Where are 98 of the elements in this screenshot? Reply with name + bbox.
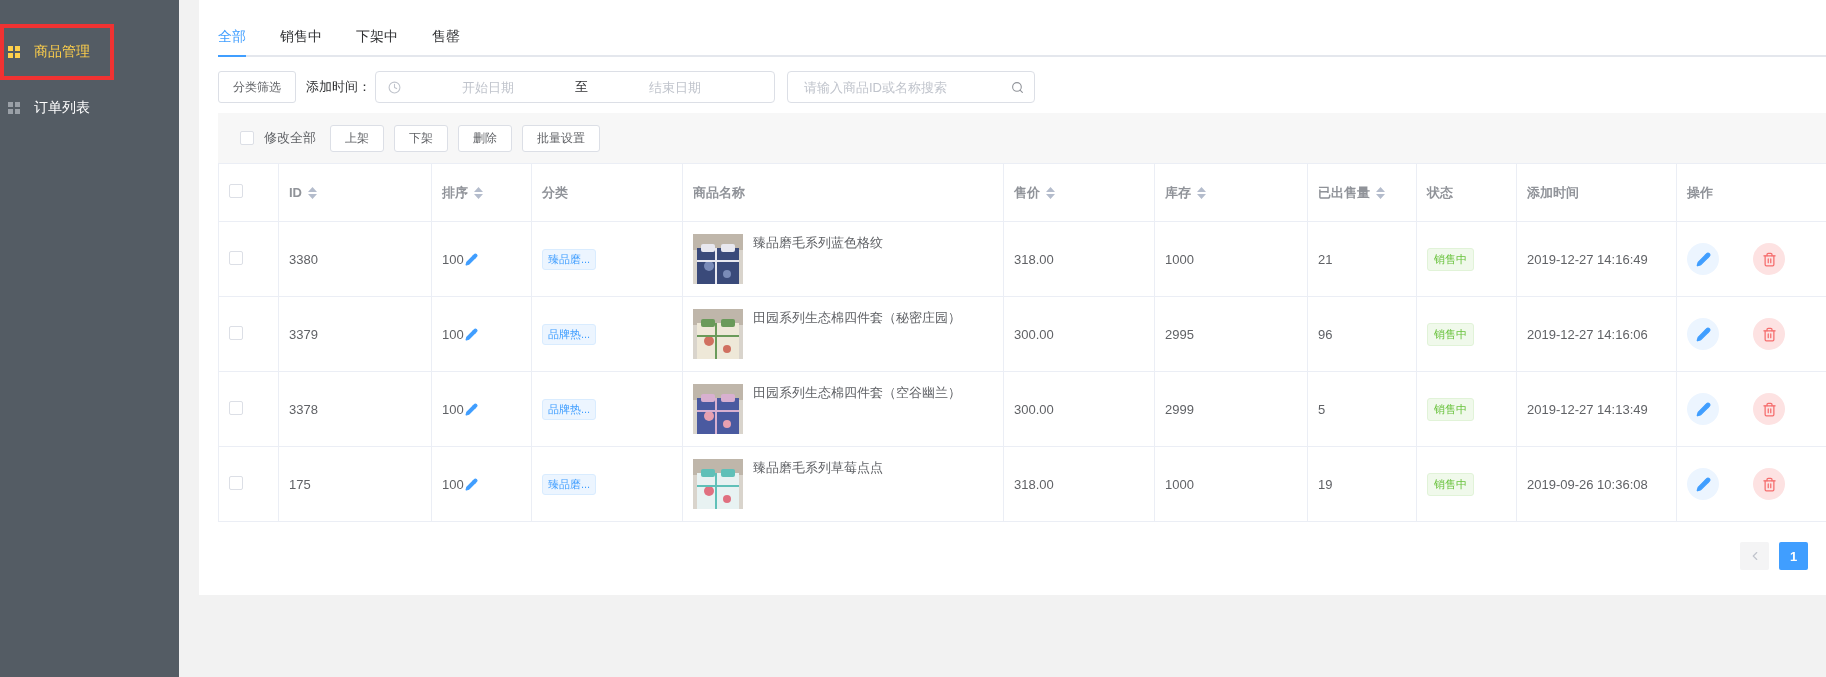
checkbox[interactable] (229, 325, 243, 340)
category-filter-button[interactable]: 分类筛选 (218, 71, 296, 103)
date-label: 添加时间： (306, 78, 371, 96)
checkbox[interactable] (229, 475, 243, 490)
table-cell: 100 (442, 401, 464, 417)
trash-icon (1761, 251, 1777, 267)
product-name: 臻品磨毛系列草莓点点 (753, 459, 883, 477)
edit-button[interactable] (1687, 468, 1719, 500)
sort-icon[interactable] (1197, 186, 1206, 199)
table-cell: 175 (289, 476, 311, 492)
status-tag: 销售中 (1427, 397, 1474, 421)
clock-icon (388, 80, 401, 94)
grid-icon (8, 102, 20, 114)
column-header: 商品名称 (693, 183, 745, 202)
bulk-action-button[interactable]: 删除 (458, 124, 512, 152)
product-name: 田园系列生态棉四件套（秘密庄园） (753, 309, 961, 327)
table-cell: 100 (442, 251, 464, 267)
search-icon[interactable] (1011, 80, 1024, 94)
column-header: 库存 (1165, 183, 1191, 202)
table-cell: 3378 (289, 401, 318, 417)
checkbox[interactable] (229, 400, 243, 415)
column-header: 排序 (442, 183, 468, 202)
sort-icon[interactable] (1046, 186, 1055, 199)
table-cell: 3380 (289, 251, 318, 267)
search-field[interactable]: 请输入商品ID或名称搜索 (787, 71, 1035, 103)
table-cell: 300.00 (1014, 401, 1054, 417)
table-cell: 100 (442, 326, 464, 342)
status-tag: 销售中 (1427, 472, 1474, 496)
table-cell: 300.00 (1014, 326, 1054, 342)
table-cell: 2019-09-26 10:36:08 (1527, 476, 1648, 492)
category-tag: 臻品磨... (542, 248, 597, 270)
trash-icon (1761, 401, 1777, 417)
column-header: 分类 (542, 183, 568, 202)
edit-button[interactable] (1687, 243, 1719, 275)
tab[interactable]: 下架中 (356, 22, 398, 57)
table-cell: 1000 (1165, 476, 1194, 492)
table-cell: 5 (1318, 401, 1326, 417)
sidebar-item[interactable]: 订单列表 (0, 80, 179, 136)
column-header: 售价 (1014, 183, 1040, 202)
status-tag: 销售中 (1427, 322, 1474, 346)
table-cell: 100 (442, 476, 464, 492)
trash-icon (1761, 326, 1777, 342)
category-tag: 品牌热... (542, 323, 597, 345)
column-header: 已出售量 (1318, 183, 1370, 202)
checkbox[interactable] (229, 250, 243, 265)
table-cell: 1000 (1165, 251, 1194, 267)
table-cell: 3379 (289, 326, 318, 342)
start-date-field[interactable]: 开始日期 (401, 78, 575, 96)
delete-button[interactable] (1753, 243, 1785, 275)
checkbox[interactable] (240, 131, 254, 145)
pencil-icon (1695, 401, 1711, 417)
table-cell: 318.00 (1014, 251, 1054, 267)
table-cell: 2995 (1165, 326, 1194, 342)
pencil-icon[interactable] (464, 402, 478, 416)
column-header: 状态 (1427, 183, 1453, 202)
range-separator: 至 (575, 78, 588, 96)
bulk-action-button[interactable]: 上架 (330, 124, 384, 152)
edit-button[interactable] (1687, 318, 1719, 350)
sort-icon[interactable] (308, 186, 317, 199)
trash-icon (1761, 476, 1777, 492)
sidebar-item[interactable]: 商品管理 (0, 24, 114, 80)
column-header: 操作 (1687, 183, 1713, 202)
edit-button[interactable] (1687, 393, 1719, 425)
table-cell: 19 (1318, 476, 1333, 492)
table-cell: 96 (1318, 326, 1333, 342)
column-header: ID (289, 185, 302, 200)
tab[interactable]: 售罄 (432, 22, 460, 57)
bulk-action-button[interactable]: 批量设置 (522, 124, 600, 152)
sort-icon[interactable] (1376, 186, 1385, 199)
grid-icon (8, 46, 20, 58)
table-cell: 2999 (1165, 401, 1194, 417)
product-name: 臻品磨毛系列蓝色格纹 (753, 234, 883, 252)
product-name: 田园系列生态棉四件套（空谷幽兰） (753, 384, 961, 402)
pencil-icon (1695, 251, 1711, 267)
pencil-icon[interactable] (464, 252, 478, 266)
pencil-icon (1695, 476, 1711, 492)
delete-button[interactable] (1753, 393, 1785, 425)
table-cell: 2019-12-27 14:16:49 (1527, 251, 1648, 267)
pencil-icon[interactable] (464, 327, 478, 341)
column-header: 添加时间 (1527, 183, 1579, 202)
delete-button[interactable] (1753, 318, 1785, 350)
table-cell: 318.00 (1014, 476, 1054, 492)
table-cell: 2019-12-27 14:13:49 (1527, 401, 1648, 417)
pencil-icon[interactable] (464, 477, 478, 491)
category-tag: 品牌热... (542, 398, 597, 420)
status-tag: 销售中 (1427, 247, 1474, 271)
date-range-field[interactable]: 开始日期 至 结束日期 (375, 71, 775, 103)
table-cell: 2019-12-27 14:16:06 (1527, 326, 1648, 342)
checkbox[interactable] (229, 184, 243, 198)
select-all-label: 修改全部 (264, 129, 316, 147)
category-tag: 臻品磨... (542, 473, 597, 495)
table-cell: 21 (1318, 251, 1333, 267)
bulk-action-button[interactable]: 下架 (394, 124, 448, 152)
sort-icon[interactable] (474, 186, 483, 199)
delete-button[interactable] (1753, 468, 1785, 500)
tab[interactable]: 销售中 (280, 22, 322, 57)
pencil-icon (1695, 326, 1711, 342)
end-date-field[interactable]: 结束日期 (588, 78, 762, 96)
